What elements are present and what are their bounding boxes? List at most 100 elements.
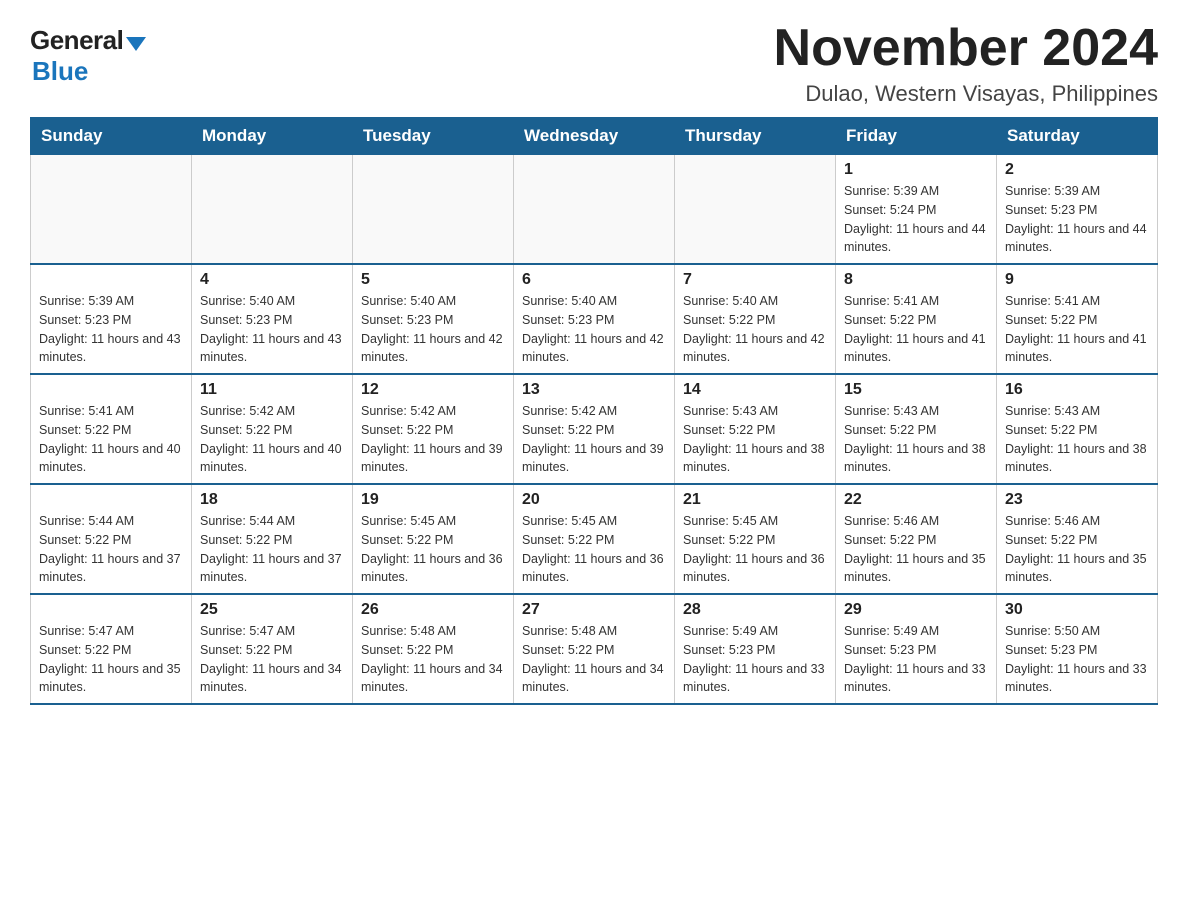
cell-week2-day5: 8 Sunrise: 5:41 AMSunset: 5:22 PMDaylight… [836, 264, 997, 374]
day-number: 22 [844, 491, 988, 509]
week-row-4: 17 Sunrise: 5:44 AMSunset: 5:22 PMDayligh… [31, 484, 1158, 594]
cell-week3-day5: 15 Sunrise: 5:43 AMSunset: 5:22 PMDayligh… [836, 374, 997, 484]
day-number: 2 [1005, 161, 1149, 179]
day-number: 17 [39, 491, 183, 509]
cell-week5-day4: 28 Sunrise: 5:49 AMSunset: 5:23 PMDayligh… [675, 594, 836, 704]
day-number: 3 [39, 271, 183, 289]
cell-week4-day6: 23 Sunrise: 5:46 AMSunset: 5:22 PMDayligh… [997, 484, 1158, 594]
cell-week4-day1: 18 Sunrise: 5:44 AMSunset: 5:22 PMDayligh… [192, 484, 353, 594]
cell-week4-day2: 19 Sunrise: 5:45 AMSunset: 5:22 PMDayligh… [353, 484, 514, 594]
title-block: November 2024 Dulao, Western Visayas, Ph… [774, 20, 1158, 107]
calendar-header-row: SundayMondayTuesdayWednesdayThursdayFrid… [31, 118, 1158, 155]
header-monday: Monday [192, 118, 353, 155]
cell-week5-day5: 29 Sunrise: 5:49 AMSunset: 5:23 PMDayligh… [836, 594, 997, 704]
cell-week4-day3: 20 Sunrise: 5:45 AMSunset: 5:22 PMDayligh… [514, 484, 675, 594]
day-info: Sunrise: 5:40 AMSunset: 5:23 PMDaylight:… [522, 292, 666, 367]
day-number: 18 [200, 491, 344, 509]
cell-week5-day1: 25 Sunrise: 5:47 AMSunset: 5:22 PMDayligh… [192, 594, 353, 704]
week-row-5: 24 Sunrise: 5:47 AMSunset: 5:22 PMDayligh… [31, 594, 1158, 704]
day-number: 24 [39, 601, 183, 619]
day-info: Sunrise: 5:46 AMSunset: 5:22 PMDaylight:… [1005, 512, 1149, 587]
day-info: Sunrise: 5:47 AMSunset: 5:22 PMDaylight:… [39, 622, 183, 697]
cell-week4-day4: 21Sunrise: 5:45 AMSunset: 5:22 PMDayligh… [675, 484, 836, 594]
cell-week1-day6: 2 Sunrise: 5:39 AMSunset: 5:23 PMDaylight… [997, 155, 1158, 265]
cell-week2-day1: 4 Sunrise: 5:40 AMSunset: 5:23 PMDaylight… [192, 264, 353, 374]
day-info: Sunrise: 5:45 AMSunset: 5:22 PMDaylight:… [361, 512, 505, 587]
location-text: Dulao, Western Visayas, Philippines [774, 81, 1158, 107]
day-info: Sunrise: 5:42 AMSunset: 5:22 PMDaylight:… [200, 402, 344, 477]
day-info: Sunrise: 5:43 AMSunset: 5:22 PMDaylight:… [683, 402, 827, 477]
day-info: Sunrise: 5:44 AMSunset: 5:22 PMDaylight:… [200, 512, 344, 587]
day-info: Sunrise: 5:47 AMSunset: 5:22 PMDaylight:… [200, 622, 344, 697]
cell-week5-day2: 26 Sunrise: 5:48 AMSunset: 5:22 PMDayligh… [353, 594, 514, 704]
cell-week1-day5: 1 Sunrise: 5:39 AMSunset: 5:24 PMDaylight… [836, 155, 997, 265]
day-info: Sunrise: 5:48 AMSunset: 5:22 PMDaylight:… [361, 622, 505, 697]
day-info: Sunrise: 5:48 AMSunset: 5:22 PMDaylight:… [522, 622, 666, 697]
week-row-2: 3 Sunrise: 5:39 AMSunset: 5:23 PMDaylight… [31, 264, 1158, 374]
cell-week1-day4 [675, 155, 836, 265]
cell-week1-day2 [353, 155, 514, 265]
day-info: Sunrise: 5:42 AMSunset: 5:22 PMDaylight:… [522, 402, 666, 477]
day-info: Sunrise: 5:41 AMSunset: 5:22 PMDaylight:… [844, 292, 988, 367]
day-number: 11 [200, 381, 344, 399]
header-friday: Friday [836, 118, 997, 155]
day-number: 14 [683, 381, 827, 399]
day-info: Sunrise: 5:45 AMSunset: 5:22 PMDaylight:… [522, 512, 666, 587]
day-info: Sunrise: 5:44 AMSunset: 5:22 PMDaylight:… [39, 512, 183, 587]
day-number: 12 [361, 381, 505, 399]
cell-week3-day2: 12 Sunrise: 5:42 AMSunset: 5:22 PMDayligh… [353, 374, 514, 484]
day-number: 23 [1005, 491, 1149, 509]
day-info: Sunrise: 5:39 AMSunset: 5:23 PMDaylight:… [1005, 182, 1149, 257]
day-info: Sunrise: 5:42 AMSunset: 5:22 PMDaylight:… [361, 402, 505, 477]
cell-week3-day6: 16 Sunrise: 5:43 AMSunset: 5:22 PMDayligh… [997, 374, 1158, 484]
cell-week1-day3 [514, 155, 675, 265]
day-info: Sunrise: 5:46 AMSunset: 5:22 PMDaylight:… [844, 512, 988, 587]
day-number: 29 [844, 601, 988, 619]
logo: General Blue [30, 25, 146, 87]
header-tuesday: Tuesday [353, 118, 514, 155]
day-info: Sunrise: 5:39 AMSunset: 5:23 PMDaylight:… [39, 292, 183, 367]
day-number: 6 [522, 271, 666, 289]
day-info: Sunrise: 5:49 AMSunset: 5:23 PMDaylight:… [844, 622, 988, 697]
week-row-1: 1 Sunrise: 5:39 AMSunset: 5:24 PMDaylight… [31, 155, 1158, 265]
cell-week2-day3: 6 Sunrise: 5:40 AMSunset: 5:23 PMDaylight… [514, 264, 675, 374]
day-number: 13 [522, 381, 666, 399]
day-info: Sunrise: 5:43 AMSunset: 5:22 PMDaylight:… [1005, 402, 1149, 477]
cell-week5-day3: 27Sunrise: 5:48 AMSunset: 5:22 PMDayligh… [514, 594, 675, 704]
day-number: 4 [200, 271, 344, 289]
day-number: 1 [844, 161, 988, 179]
logo-arrow-icon [126, 37, 146, 51]
cell-week2-day0: 3 Sunrise: 5:39 AMSunset: 5:23 PMDaylight… [31, 264, 192, 374]
day-info: Sunrise: 5:43 AMSunset: 5:22 PMDaylight:… [844, 402, 988, 477]
day-number: 26 [361, 601, 505, 619]
day-number: 21 [683, 491, 827, 509]
day-number: 8 [844, 271, 988, 289]
day-number: 19 [361, 491, 505, 509]
day-info: Sunrise: 5:40 AMSunset: 5:23 PMDaylight:… [200, 292, 344, 367]
day-info: Sunrise: 5:49 AMSunset: 5:23 PMDaylight:… [683, 622, 827, 697]
calendar-table: SundayMondayTuesdayWednesdayThursdayFrid… [30, 117, 1158, 705]
header-thursday: Thursday [675, 118, 836, 155]
day-number: 16 [1005, 381, 1149, 399]
day-info: Sunrise: 5:41 AMSunset: 5:22 PMDaylight:… [39, 402, 183, 477]
calendar-body: 1 Sunrise: 5:39 AMSunset: 5:24 PMDaylight… [31, 155, 1158, 705]
page-header: General Blue November 2024 Dulao, Wester… [30, 20, 1158, 107]
month-title: November 2024 [774, 20, 1158, 77]
day-number: 7 [683, 271, 827, 289]
day-number: 9 [1005, 271, 1149, 289]
cell-week3-day3: 13 Sunrise: 5:42 AMSunset: 5:22 PMDayligh… [514, 374, 675, 484]
cell-week3-day1: 11 Sunrise: 5:42 AMSunset: 5:22 PMDayligh… [192, 374, 353, 484]
header-sunday: Sunday [31, 118, 192, 155]
day-number: 28 [683, 601, 827, 619]
week-row-3: 10Sunrise: 5:41 AMSunset: 5:22 PMDayligh… [31, 374, 1158, 484]
day-info: Sunrise: 5:39 AMSunset: 5:24 PMDaylight:… [844, 182, 988, 257]
cell-week2-day2: 5Sunrise: 5:40 AMSunset: 5:23 PMDaylight… [353, 264, 514, 374]
day-number: 15 [844, 381, 988, 399]
cell-week2-day6: 9 Sunrise: 5:41 AMSunset: 5:22 PMDaylight… [997, 264, 1158, 374]
day-number: 25 [200, 601, 344, 619]
cell-week3-day4: 14 Sunrise: 5:43 AMSunset: 5:22 PMDayligh… [675, 374, 836, 484]
day-info: Sunrise: 5:50 AMSunset: 5:23 PMDaylight:… [1005, 622, 1149, 697]
day-number: 20 [522, 491, 666, 509]
cell-week2-day4: 7Sunrise: 5:40 AMSunset: 5:22 PMDaylight… [675, 264, 836, 374]
day-info: Sunrise: 5:41 AMSunset: 5:22 PMDaylight:… [1005, 292, 1149, 367]
